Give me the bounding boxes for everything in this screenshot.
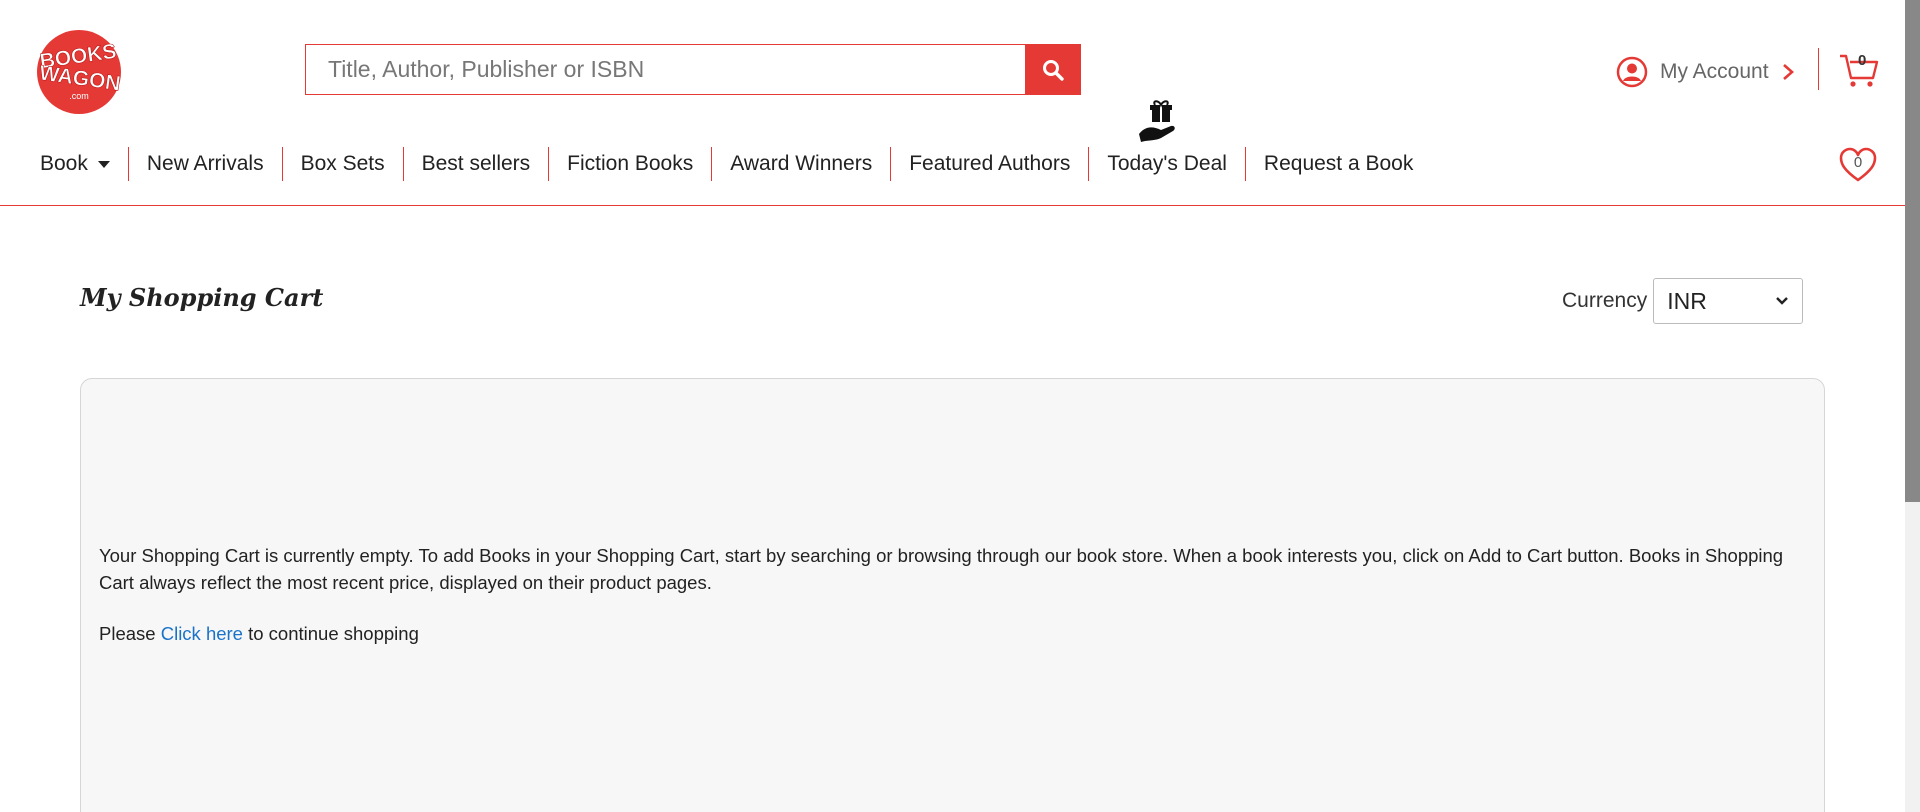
nav-featured-authors[interactable]: Featured Authors bbox=[890, 147, 1088, 181]
caret-down-icon bbox=[97, 160, 110, 168]
cart-count: 0 bbox=[1858, 52, 1867, 69]
chevron-right-icon bbox=[1782, 64, 1794, 80]
continue-suffix: to continue shopping bbox=[248, 623, 419, 644]
currency-selector: Currency INR bbox=[1562, 278, 1804, 324]
search-input[interactable] bbox=[305, 44, 1025, 95]
empty-cart-message: Your Shopping Cart is currently empty. T… bbox=[99, 545, 1784, 593]
nav-award-winners[interactable]: Award Winners bbox=[711, 147, 890, 181]
nav-new-arrivals[interactable]: New Arrivals bbox=[127, 147, 282, 181]
empty-cart-panel: Your Shopping Cart is currently empty. T… bbox=[80, 378, 1825, 812]
nav-item-label: Book bbox=[40, 152, 88, 175]
page-title: My Shopping Cart bbox=[80, 283, 324, 312]
header-separator bbox=[0, 205, 1905, 206]
bookswagon-logo[interactable]: BOOKS WAGON .com bbox=[25, 25, 133, 115]
page-scrollbar[interactable] bbox=[1905, 0, 1920, 812]
wishlist-button[interactable]: 0 bbox=[1838, 146, 1878, 184]
main-nav: Book New Arrivals Box Sets Best sellers … bbox=[30, 146, 1431, 182]
search-button[interactable] bbox=[1025, 44, 1081, 95]
currency-select[interactable]: INR bbox=[1653, 278, 1804, 324]
continue-prefix: Please bbox=[99, 623, 156, 644]
my-account-label: My Account bbox=[1660, 60, 1769, 83]
chevron-down-icon bbox=[1776, 297, 1789, 305]
currency-value: INR bbox=[1667, 287, 1707, 314]
nav-box-sets[interactable]: Box Sets bbox=[281, 147, 403, 181]
nav-todays-deal[interactable]: Today's Deal bbox=[1088, 147, 1245, 181]
search-bar bbox=[305, 44, 1081, 95]
user-circle-icon bbox=[1616, 56, 1648, 88]
continue-shopping-link[interactable]: Click here bbox=[161, 623, 243, 644]
cart-button[interactable]: 0 bbox=[1838, 48, 1880, 90]
logo-line-3: .com bbox=[69, 91, 89, 101]
nav-best-sellers[interactable]: Best sellers bbox=[402, 147, 549, 181]
search-icon bbox=[1043, 59, 1064, 81]
currency-label: Currency bbox=[1562, 289, 1648, 312]
header-divider bbox=[1818, 48, 1819, 90]
nav-fiction-books[interactable]: Fiction Books bbox=[548, 147, 711, 181]
gift-hand-icon bbox=[1139, 100, 1175, 142]
nav-book-dropdown[interactable]: Book bbox=[30, 147, 128, 181]
continue-shopping-line: Please Click here to continue shopping bbox=[99, 623, 419, 645]
my-account-link[interactable]: My Account bbox=[1616, 50, 1795, 94]
wishlist-count: 0 bbox=[1853, 154, 1863, 171]
nav-request-a-book[interactable]: Request a Book bbox=[1244, 147, 1431, 181]
scrollbar-thumb[interactable] bbox=[1905, 0, 1920, 502]
